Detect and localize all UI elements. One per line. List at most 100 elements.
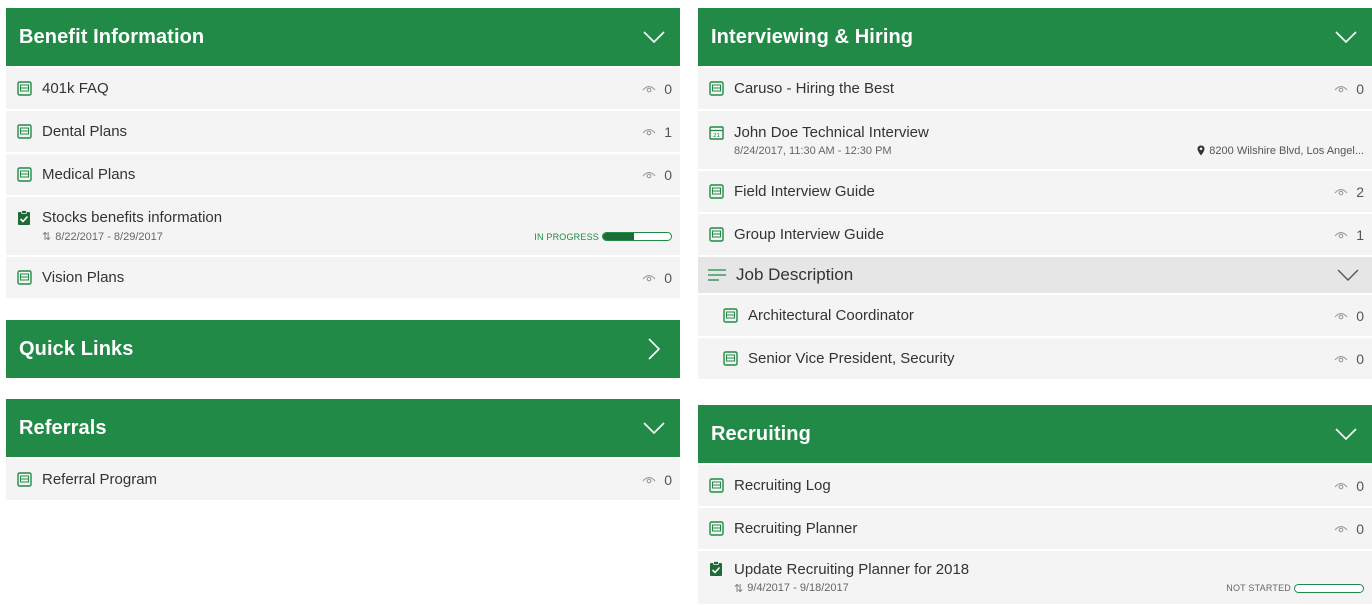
- list-item[interactable]: Vision Plans 0: [6, 255, 680, 298]
- item-label: Senior Vice President, Security: [748, 350, 955, 367]
- item-label: Update Recruiting Planner for 2018: [734, 560, 970, 578]
- view-count-value: 0: [1356, 520, 1364, 537]
- item-label: John Doe Technical Interview: [734, 123, 929, 141]
- view-count-value: 0: [664, 166, 672, 183]
- date-range: 8/22/2017 - 8/29/2017: [55, 230, 163, 243]
- item-label: Dental Plans: [42, 123, 128, 140]
- list-item[interactable]: Field Interview Guide 2: [698, 169, 1372, 212]
- quick-links-header[interactable]: Quick Links: [6, 320, 680, 378]
- view-count: 0: [1334, 351, 1364, 367]
- panel-title: Quick Links: [19, 337, 134, 360]
- document-icon: [708, 478, 724, 494]
- view-count: 0: [642, 81, 672, 97]
- eye-icon: [642, 85, 656, 93]
- document-icon: [708, 81, 724, 97]
- left-column: Benefit Information 401k FAQ 0 Dental Pl…: [6, 8, 680, 522]
- eye-icon: [642, 171, 656, 179]
- item-label: Architectural Coordinator: [748, 307, 914, 324]
- view-count: 0: [1334, 81, 1364, 97]
- chevron-down-icon[interactable]: [1336, 263, 1360, 287]
- progress-fill: [603, 233, 634, 240]
- list-item[interactable]: Recruiting Log 0: [698, 463, 1372, 506]
- document-icon: [16, 270, 32, 286]
- item-label: 401k FAQ: [42, 80, 109, 97]
- list-item[interactable]: Dental Plans 1: [6, 109, 680, 152]
- document-icon: [16, 472, 32, 488]
- item-label: Vision Plans: [42, 269, 125, 286]
- view-count-value: 0: [1356, 477, 1364, 494]
- list-item[interactable]: Recruiting Planner 0: [698, 506, 1372, 549]
- list-item[interactable]: Caruso - Hiring the Best 0: [698, 66, 1372, 109]
- item-label: Recruiting Log: [734, 477, 831, 494]
- document-icon: [708, 521, 724, 537]
- view-count-value: 0: [1356, 80, 1364, 97]
- task-item[interactable]: Update Recruiting Planner for 2018 ⇅ 9/4/…: [698, 549, 1372, 604]
- eye-icon: [1334, 312, 1348, 320]
- view-count-value: 1: [1356, 226, 1364, 243]
- task-dates: ⇅ 9/4/2017 - 9/18/2017: [734, 582, 849, 595]
- view-count: 2: [1334, 184, 1364, 200]
- event-item[interactable]: 21 John Doe Technical Interview 8/24/201…: [698, 109, 1372, 169]
- item-label: Medical Plans: [42, 166, 136, 183]
- status-indicator: NOT STARTED: [1226, 583, 1364, 593]
- eye-icon: [1334, 482, 1348, 490]
- referrals-header[interactable]: Referrals: [6, 399, 680, 457]
- referrals-panel: Referrals Referral Program 0: [6, 399, 680, 500]
- recruiting-panel: Recruiting Recruiting Log 0 Recruiting P…: [698, 405, 1372, 604]
- chevron-down-icon[interactable]: [642, 25, 666, 49]
- task-dates: ⇅ 8/22/2017 - 8/29/2017: [42, 230, 163, 244]
- panel-title: Recruiting: [711, 422, 811, 445]
- list-item[interactable]: Medical Plans 0: [6, 152, 680, 195]
- chevron-down-icon[interactable]: [642, 416, 666, 440]
- benefit-information-header[interactable]: Benefit Information: [6, 8, 680, 66]
- view-count: 1: [1334, 227, 1364, 243]
- eye-icon: [1334, 85, 1348, 93]
- benefit-information-panel: Benefit Information 401k FAQ 0 Dental Pl…: [6, 8, 680, 298]
- view-count: 0: [1334, 308, 1364, 324]
- status-text: NOT STARTED: [1226, 583, 1291, 593]
- progress-bar: [1294, 583, 1364, 593]
- view-count-value: 0: [664, 269, 672, 286]
- view-count: 0: [1334, 521, 1364, 537]
- list-item[interactable]: Senior Vice President, Security 0: [698, 336, 1372, 379]
- view-count-value: 0: [664, 80, 672, 97]
- list-item[interactable]: Referral Program 0: [6, 457, 680, 500]
- list-item[interactable]: Architectural Coordinator 0: [698, 293, 1372, 336]
- view-count-value: 2: [1356, 183, 1364, 200]
- list-item[interactable]: 401k FAQ 0: [6, 66, 680, 109]
- panel-title: Interviewing & Hiring: [711, 25, 914, 48]
- status-text: IN PROGRESS: [534, 231, 599, 242]
- document-icon: [16, 81, 32, 97]
- view-count: 0: [642, 167, 672, 183]
- interviewing-hiring-header[interactable]: Interviewing & Hiring: [698, 8, 1372, 66]
- event-location: 8200 Wilshire Blvd, Los Angel...: [1197, 145, 1364, 157]
- task-item[interactable]: Stocks benefits information ⇅ 8/22/2017 -…: [6, 195, 680, 255]
- document-icon: [708, 227, 724, 243]
- panel-title: Benefit Information: [19, 25, 205, 48]
- view-count-value: 0: [1356, 350, 1364, 367]
- list-item[interactable]: Group Interview Guide 1: [698, 212, 1372, 255]
- item-label: Group Interview Guide: [734, 226, 885, 243]
- status-indicator: IN PROGRESS: [534, 232, 672, 242]
- view-count: 0: [642, 270, 672, 286]
- item-label: Caruso - Hiring the Best: [734, 80, 895, 97]
- document-icon: [722, 351, 738, 367]
- task-icon: [16, 209, 32, 226]
- view-count: 1: [642, 124, 672, 140]
- document-icon: [16, 124, 32, 140]
- recruiting-header[interactable]: Recruiting: [698, 405, 1372, 463]
- item-label: Stocks benefits information: [42, 209, 223, 226]
- item-label: Referral Program: [42, 471, 158, 488]
- chevron-right-icon[interactable]: [642, 337, 666, 361]
- chevron-down-icon[interactable]: [1334, 25, 1358, 49]
- item-label: Recruiting Planner: [734, 520, 858, 537]
- item-label: Field Interview Guide: [734, 183, 875, 200]
- document-icon: [16, 167, 32, 183]
- chevron-down-icon[interactable]: [1334, 422, 1358, 446]
- calendar-icon: 21: [708, 124, 724, 140]
- eye-icon: [1334, 231, 1348, 239]
- view-count-value: 0: [1356, 307, 1364, 324]
- task-icon: [708, 561, 724, 577]
- view-count: 0: [642, 472, 672, 488]
- job-description-group[interactable]: Job Description: [698, 255, 1372, 293]
